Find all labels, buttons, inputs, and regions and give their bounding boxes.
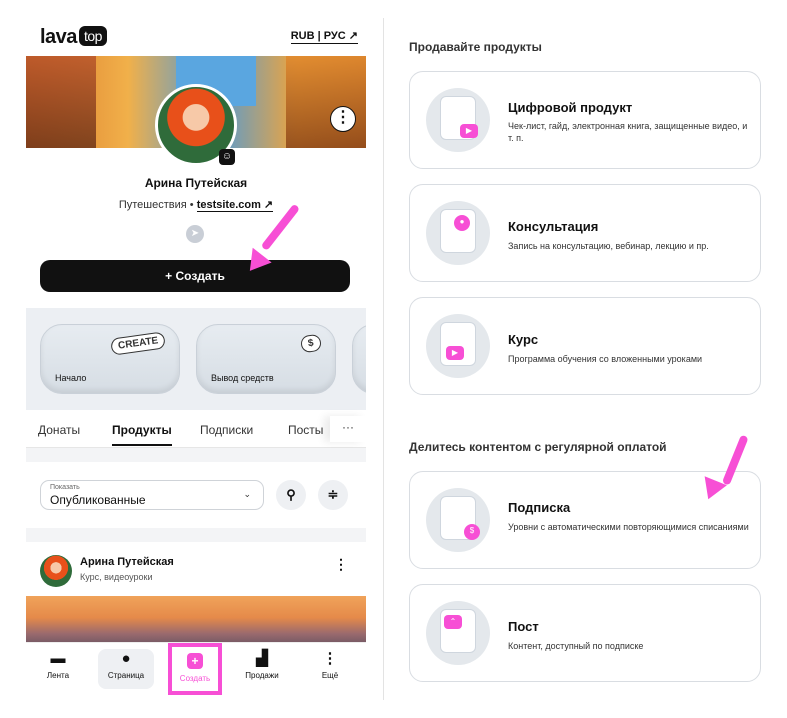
feed-icon: ▬ bbox=[50, 650, 66, 667]
tile-withdraw[interactable]: $ Вывод средств bbox=[196, 324, 336, 394]
video-icon: ▶ bbox=[460, 124, 478, 138]
search-icon[interactable]: ⚲ bbox=[276, 480, 306, 510]
nav-sales-label: Продажи bbox=[245, 671, 279, 680]
image-icon: ⌃ bbox=[444, 615, 462, 629]
logo-badge: top bbox=[78, 26, 107, 46]
post-meta: Курс, видеоуроки bbox=[80, 572, 153, 582]
card-consultation[interactable]: ● Консультация Запись на консультацию, в… bbox=[409, 184, 761, 282]
tabs-more-button[interactable]: ··· bbox=[330, 416, 366, 442]
currency-language-switch[interactable]: RUB | РУС ↗ bbox=[290, 29, 358, 44]
logo-text: lava bbox=[40, 26, 77, 48]
screen: lava top RUB | РУС ↗ ⋮ ☺ Арина Путейская … bbox=[0, 0, 787, 718]
nav-feed[interactable]: ▬ Лента bbox=[30, 649, 86, 689]
top-bar: lava top RUB | РУС ↗ bbox=[36, 26, 358, 48]
post-author-avatar bbox=[40, 555, 72, 587]
nav-page[interactable]: ● Страница bbox=[98, 649, 154, 689]
card-post[interactable]: ⌃ Пост Контент, доступный по подписке bbox=[409, 584, 761, 682]
section-title-sell: Продавайте продукты bbox=[409, 40, 542, 54]
card-course[interactable]: ▶ Курс Программа обучения со вложенными … bbox=[409, 297, 761, 395]
tab-products[interactable]: Продукты bbox=[112, 423, 172, 446]
user-icon: ● bbox=[121, 650, 131, 667]
profile-category: Путешествия • bbox=[118, 199, 194, 211]
cover-menu-button[interactable]: ⋮ bbox=[330, 106, 356, 132]
nav-page-label: Страница bbox=[107, 671, 145, 680]
card-consultation-title: Консультация bbox=[508, 219, 599, 234]
card-post-title: Пост bbox=[508, 619, 539, 634]
profile-site-link[interactable]: testsite.com ↗ bbox=[196, 199, 274, 212]
card-subscription-title: Подписка bbox=[508, 500, 571, 515]
nav-feed-label: Лента bbox=[46, 671, 70, 680]
money-icon: $ bbox=[300, 333, 323, 354]
separator-band bbox=[26, 448, 366, 462]
person-icon: ● bbox=[454, 215, 470, 231]
post-menu-icon[interactable]: ⋮ bbox=[334, 556, 348, 573]
tile-start-label: Начало bbox=[55, 373, 87, 383]
tile-partial[interactable] bbox=[352, 324, 366, 394]
profile-name: Арина Путейская bbox=[144, 176, 248, 190]
quick-tiles: CREATE Начало $ Вывод средств bbox=[26, 308, 366, 410]
card-digital-product-title: Цифровой продукт bbox=[508, 100, 633, 115]
tab-subscriptions[interactable]: Подписки bbox=[200, 423, 253, 437]
nav-create[interactable]: + Создать bbox=[168, 643, 222, 695]
tile-start[interactable]: CREATE Начало bbox=[40, 324, 180, 394]
publish-filter-select[interactable]: Показать Опубликованные ⌄ bbox=[40, 480, 264, 510]
avatar-edit-icon[interactable]: ☺ bbox=[219, 149, 235, 165]
chevron-down-icon: ⌄ bbox=[243, 489, 251, 499]
profile-subtitle: Путешествия • testsite.com ↗ bbox=[26, 198, 366, 212]
nav-more-label: Ещё bbox=[321, 671, 339, 680]
card-digital-product[interactable]: ▶ Цифровой продукт Чек-лист, гайд, элект… bbox=[409, 71, 761, 169]
separator-band-2 bbox=[26, 528, 366, 542]
bottom-nav: ▬ Лента ● Страница + Создать ▟ Продажи ⋮… bbox=[26, 642, 366, 700]
bar-chart-icon: ▟ bbox=[256, 650, 268, 667]
create-button[interactable]: + Создать bbox=[40, 260, 350, 292]
card-course-desc: Программа обучения со вложенными уроками bbox=[508, 354, 703, 364]
post-author-name: Арина Путейская bbox=[80, 556, 174, 568]
plus-icon: + bbox=[187, 653, 203, 669]
nav-more[interactable]: ⋮ Ещё bbox=[302, 649, 358, 689]
filter-settings-icon[interactable]: ≑ bbox=[318, 480, 348, 510]
more-icon: ⋮ bbox=[322, 650, 338, 667]
card-post-desc: Контент, доступный по подписке bbox=[508, 641, 644, 651]
card-subscription-desc: Уровни с автоматическими повторяющимися … bbox=[508, 522, 749, 532]
filter-value: Опубликованные bbox=[50, 493, 146, 507]
nav-sales[interactable]: ▟ Продажи bbox=[234, 649, 290, 689]
tab-posts[interactable]: Посты bbox=[288, 423, 323, 437]
cover-building-left bbox=[26, 56, 96, 148]
create-picture: CREATE bbox=[109, 331, 166, 356]
dollar-icon: $ bbox=[464, 524, 480, 540]
filter-caption: Показать bbox=[50, 484, 80, 491]
card-consultation-desc: Запись на консультацию, вебинар, лекцию … bbox=[508, 241, 709, 251]
profile-panel: lava top RUB | РУС ↗ ⋮ ☺ Арина Путейская … bbox=[26, 18, 366, 700]
nav-create-label: Создать bbox=[179, 674, 211, 683]
panel-divider bbox=[383, 18, 384, 700]
card-digital-product-desc: Чек-лист, гайд, электронная книга, защищ… bbox=[508, 121, 748, 143]
section-title-subscription: Делитесь контентом с регулярной оплатой bbox=[409, 440, 667, 454]
tab-donations[interactable]: Донаты bbox=[38, 423, 80, 437]
telegram-icon[interactable]: ➤ bbox=[186, 225, 204, 243]
cover-building-right bbox=[286, 56, 366, 148]
lava-logo[interactable]: lava top bbox=[40, 26, 107, 49]
play-icon: ▶ bbox=[446, 346, 464, 360]
card-course-title: Курс bbox=[508, 332, 539, 347]
content-tabs: Донаты Продукты Подписки Посты ··· bbox=[26, 414, 366, 448]
tile-withdraw-label: Вывод средств bbox=[211, 373, 274, 383]
